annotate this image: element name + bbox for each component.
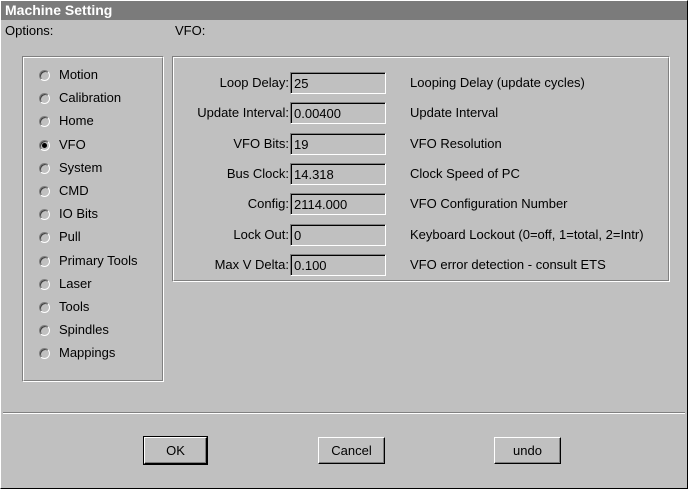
max-v-delta-field[interactable] — [290, 254, 386, 276]
option-label: Laser — [59, 276, 92, 291]
vfo-bits-description: VFO Resolution — [410, 136, 502, 151]
option-label: Calibration — [59, 90, 122, 105]
button-separator — [3, 412, 685, 414]
bus-clock-description: Clock Speed of PC — [410, 166, 520, 181]
option-primary-tools[interactable]: Primary Tools — [39, 251, 138, 271]
radio-button[interactable] — [39, 115, 50, 127]
radio-button[interactable] — [39, 278, 50, 290]
option-home[interactable]: Home — [39, 111, 94, 131]
update-interval-label: Update Interval: — [197, 105, 289, 120]
option-system[interactable]: System — [39, 158, 102, 178]
option-label: Primary Tools — [59, 253, 138, 268]
option-label: IO Bits — [59, 206, 99, 221]
option-pull[interactable]: Pull — [39, 227, 81, 247]
update-interval-description: Update Interval — [410, 105, 499, 120]
option-motion[interactable]: Motion — [39, 65, 98, 85]
option-label: CMD — [59, 183, 89, 198]
radio-button[interactable] — [39, 255, 50, 267]
bus-clock-label: Bus Clock: — [226, 166, 289, 181]
cancel-button[interactable]: Cancel — [318, 437, 385, 464]
option-vfo[interactable]: VFO — [39, 135, 86, 155]
vfo-bits-field[interactable] — [290, 133, 386, 155]
radio-button[interactable] — [39, 324, 50, 336]
option-mappings[interactable]: Mappings — [39, 343, 115, 363]
option-label: Home — [59, 113, 94, 128]
option-cmd[interactable]: CMD — [39, 181, 89, 201]
option-tools[interactable]: Tools — [39, 297, 89, 317]
radio-button[interactable] — [39, 92, 50, 104]
vfo-bits-label: VFO Bits: — [233, 136, 289, 151]
loop-delay-label: Loop Delay: — [219, 75, 289, 90]
max-v-delta-description: VFO error detection - consult ETS — [410, 257, 606, 272]
lock-out-label: Lock Out: — [233, 227, 289, 242]
lock-out-description: Keyboard Lockout (0=off, 1=total, 2=Intr… — [410, 227, 644, 242]
option-label: Spindles — [59, 322, 109, 337]
option-label: Tools — [59, 299, 90, 314]
option-label: Pull — [59, 229, 81, 244]
option-label: Mappings — [59, 345, 116, 360]
window-title: Machine Setting — [0, 0, 688, 20]
update-interval-field[interactable] — [290, 102, 386, 124]
max-v-delta-label: Max V Delta: — [214, 257, 289, 272]
option-label: VFO — [59, 137, 86, 152]
loop-delay-field[interactable] — [290, 72, 386, 94]
options-header: Options: — [5, 23, 54, 38]
machine-setting-window: Machine Setting Options: VFO: Motion Cali… — [0, 0, 688, 489]
option-io-bits[interactable]: IO Bits — [39, 204, 98, 224]
option-calibration[interactable]: Calibration — [39, 88, 121, 108]
option-spindles[interactable]: Spindles — [39, 320, 109, 340]
radio-button[interactable] — [39, 162, 50, 174]
radio-button[interactable] — [39, 208, 50, 220]
config-description: VFO Configuration Number — [410, 196, 568, 211]
radio-button[interactable] — [39, 139, 50, 151]
radio-button[interactable] — [39, 301, 50, 313]
config-field[interactable] — [290, 193, 386, 215]
lock-out-field[interactable] — [290, 224, 386, 246]
option-laser[interactable]: Laser — [39, 274, 92, 294]
radio-button[interactable] — [39, 231, 50, 243]
radio-button[interactable] — [39, 185, 50, 197]
ok-button[interactable]: OK — [143, 436, 208, 465]
bus-clock-field[interactable] — [290, 163, 386, 185]
vfo-groupbox: Loop Delay: Looping Delay (update cycles)… — [172, 56, 670, 282]
config-label: Config: — [247, 196, 289, 211]
vfo-header: VFO: — [175, 23, 206, 38]
option-label: Motion — [59, 67, 99, 82]
undo-button[interactable]: undo — [494, 437, 561, 464]
radio-button[interactable] — [39, 69, 50, 81]
radio-button[interactable] — [39, 347, 50, 359]
options-groupbox: Motion Calibration Home VFO System CMD IO Bits… — [22, 56, 164, 382]
option-label: System — [59, 160, 103, 175]
loop-delay-description: Looping Delay (update cycles) — [410, 75, 585, 90]
